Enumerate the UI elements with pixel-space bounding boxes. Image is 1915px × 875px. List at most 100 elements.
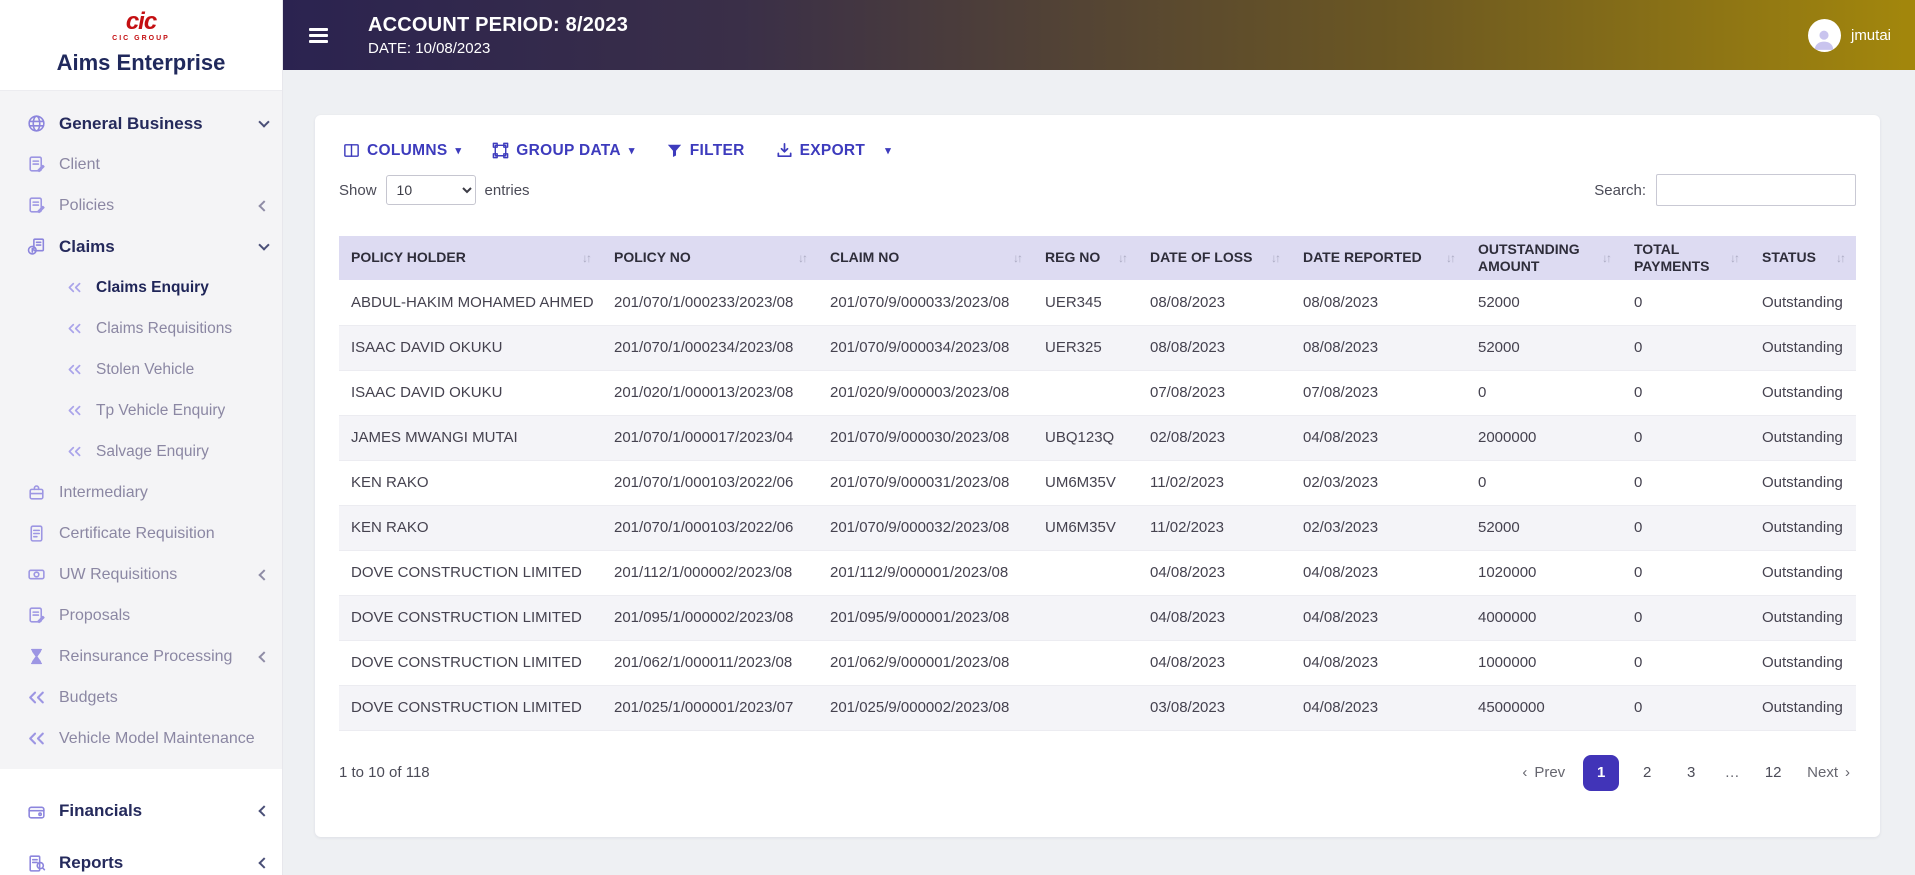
column-header-claim-no[interactable]: CLAIM NO ↓↑ [818, 236, 1033, 280]
cell-policy-holder: ISAAC DAVID OKUKU [339, 370, 602, 416]
next-page-button[interactable]: Next › [1801, 760, 1856, 785]
cell-status: Outstanding [1750, 550, 1856, 596]
cell-policy-no: 201/070/1/000103/2022/06 [602, 505, 818, 551]
sidebar-item-reinsurance-processing[interactable]: Reinsurance Processing [0, 636, 282, 677]
sort-icon[interactable]: ↓↑ [1446, 251, 1456, 265]
cell-outstanding-amount: 0 [1466, 460, 1622, 506]
brand-mark: cic [125, 8, 157, 35]
column-header-policy-holder[interactable]: POLICY HOLDER ↓↑ [339, 236, 602, 280]
cell-policy-no: 201/070/1/000103/2022/06 [602, 460, 818, 506]
page-button-12[interactable]: 12 [1757, 756, 1789, 790]
account-period-title: ACCOUNT PERIOD: 8/2023 [368, 13, 629, 36]
cell-date-of-loss: 08/08/2023 [1138, 325, 1291, 371]
column-header-reg-no[interactable]: REG NO ↓↑ [1033, 236, 1138, 280]
page-button-1[interactable]: 1 [1583, 754, 1620, 791]
export-options-button[interactable]: ▾ [883, 144, 891, 157]
cell-claim-no: 201/070/9/000030/2023/08 [818, 415, 1033, 461]
group-data-button[interactable]: GROUP DATA ▾ [491, 141, 634, 160]
sidebar-item-policies[interactable]: Policies [0, 185, 282, 226]
sort-icon[interactable]: ↓↑ [1271, 251, 1281, 265]
column-header-date-of-loss[interactable]: DATE OF LOSS ↓↑ [1138, 236, 1291, 280]
caret-down-icon: ▾ [885, 145, 892, 157]
sidebar-menu: General Business Client Policies Claims Clai… [0, 91, 282, 769]
sort-icon[interactable]: ↓↑ [1602, 251, 1612, 265]
claims-icon [26, 236, 47, 257]
sort-icon[interactable]: ↓↑ [1836, 251, 1846, 265]
cell-date-reported: 02/03/2023 [1291, 505, 1466, 551]
pagination: ‹ Prev 1 2 3… 12 Next › [1516, 754, 1856, 791]
page-button-2[interactable]: 2 [1631, 756, 1663, 790]
page-button-3[interactable]: 3 [1675, 756, 1707, 790]
sidebar-item-uw-requisitions[interactable]: UW Requisitions [0, 554, 282, 595]
sidebar-item-salvage-enquiry[interactable]: Salvage Enquiry [0, 431, 282, 472]
page-size-select[interactable]: 10 [385, 175, 476, 205]
cell-policy-no: 201/025/1/000001/2023/07 [602, 685, 818, 731]
cell-policy-holder: DOVE CONSTRUCTION LIMITED [339, 595, 602, 641]
sidebar-item-vehicle-model-maintenance[interactable]: Vehicle Model Maintenance [0, 718, 282, 759]
column-label: REG NO [1045, 249, 1101, 266]
contract-icon [26, 154, 47, 175]
sort-icon[interactable]: ↓↑ [582, 251, 592, 265]
sidebar-item-claims-requisitions[interactable]: Claims Requisitions [0, 308, 282, 349]
double-chevron-icon [66, 279, 83, 296]
column-header-status[interactable]: STATUS ↓↑ [1750, 236, 1856, 280]
column-header-outstanding-amount[interactable]: OUTSTANDING AMOUNT ↓↑ [1466, 236, 1622, 280]
cell-date-reported: 04/08/2023 [1291, 640, 1466, 686]
cell-total-payments: 0 [1622, 370, 1750, 416]
sidebar-item-intermediary[interactable]: Intermediary [0, 472, 282, 513]
sidebar-item-label: Salvage Enquiry [96, 442, 209, 460]
sidebar-item-label: Vehicle Model Maintenance [59, 729, 255, 747]
cell-reg-no [1033, 640, 1138, 686]
cell-policy-holder: KEN RAKO [339, 505, 602, 551]
sidebar-item-stolen-vehicle[interactable]: Stolen Vehicle [0, 349, 282, 390]
columns-button[interactable]: COLUMNS ▾ [342, 141, 461, 160]
sidebar-item-reports[interactable]: Reports [0, 837, 282, 875]
contract-icon [26, 195, 47, 216]
avatar-icon [1807, 18, 1841, 52]
cell-policy-no: 201/095/1/000002/2023/08 [602, 595, 818, 641]
sidebar-item-financials[interactable]: Financials [0, 785, 282, 837]
sidebar-item-label: Reinsurance Processing [59, 647, 233, 665]
column-header-policy-no[interactable]: POLICY NO ↓↑ [602, 236, 818, 280]
column-header-date-reported[interactable]: DATE REPORTED ↓↑ [1291, 236, 1466, 280]
prev-label: Prev [1534, 764, 1566, 781]
cell-policy-no: 201/112/1/000002/2023/08 [602, 550, 818, 596]
column-header-total-payments[interactable]: TOTAL PAYMENTS ↓↑ [1622, 236, 1750, 280]
export-button[interactable]: EXPORT [775, 141, 866, 160]
cell-date-reported: 02/03/2023 [1291, 460, 1466, 506]
sort-icon[interactable]: ↓↑ [798, 251, 808, 265]
sidebar-item-claims-enquiry[interactable]: Claims Enquiry [0, 267, 282, 308]
cell-date-of-loss: 04/08/2023 [1138, 595, 1291, 641]
sort-icon[interactable]: ↓↑ [1730, 251, 1740, 265]
sidebar-item-client[interactable]: Client [0, 144, 282, 185]
sidebar-item-proposals[interactable]: Proposals [0, 595, 282, 636]
double-chevron-icon [66, 320, 83, 337]
cell-outstanding-amount: 52000 [1466, 505, 1622, 551]
chevron-left-icon [258, 199, 270, 212]
topbar: ACCOUNT PERIOD: 8/2023 DATE: 10/08/2023 … [283, 0, 1915, 70]
double-chevron-icon [66, 361, 83, 378]
prev-page-button[interactable]: ‹ Prev [1516, 760, 1571, 785]
cell-outstanding-amount: 0 [1466, 370, 1622, 416]
cell-status: Outstanding [1750, 685, 1856, 731]
sort-icon[interactable]: ↓↑ [1013, 251, 1023, 265]
filter-button[interactable]: FILTER [665, 141, 745, 160]
cell-date-of-loss: 11/02/2023 [1138, 460, 1291, 506]
cell-outstanding-amount: 4000000 [1466, 595, 1622, 641]
sidebar-item-label: Proposals [59, 606, 131, 624]
cell-status: Outstanding [1750, 460, 1856, 506]
sidebar-item-claims[interactable]: Claims [0, 226, 282, 267]
menu-toggle-button[interactable] [305, 21, 332, 50]
cell-outstanding-amount: 1000000 [1466, 640, 1622, 686]
columns-label: COLUMNS [367, 141, 448, 159]
sidebar-item-tp-vehicle-enquiry[interactable]: Tp Vehicle Enquiry [0, 390, 282, 431]
sidebar-item-certificate-requisition[interactable]: Certificate Requisition [0, 513, 282, 554]
sidebar-item-general-business[interactable]: General Business [0, 103, 282, 144]
user-menu[interactable]: jmutai [1807, 18, 1891, 52]
sidebar-item-budgets[interactable]: Budgets [0, 677, 282, 718]
sort-icon[interactable]: ↓↑ [1118, 251, 1128, 265]
cell-total-payments: 0 [1622, 640, 1750, 686]
content: COLUMNS ▾ GROUP DATA ▾ FILTER EXPORT ▾ S… [283, 70, 1915, 875]
cell-status: Outstanding [1750, 370, 1856, 416]
search-input[interactable] [1656, 174, 1856, 206]
